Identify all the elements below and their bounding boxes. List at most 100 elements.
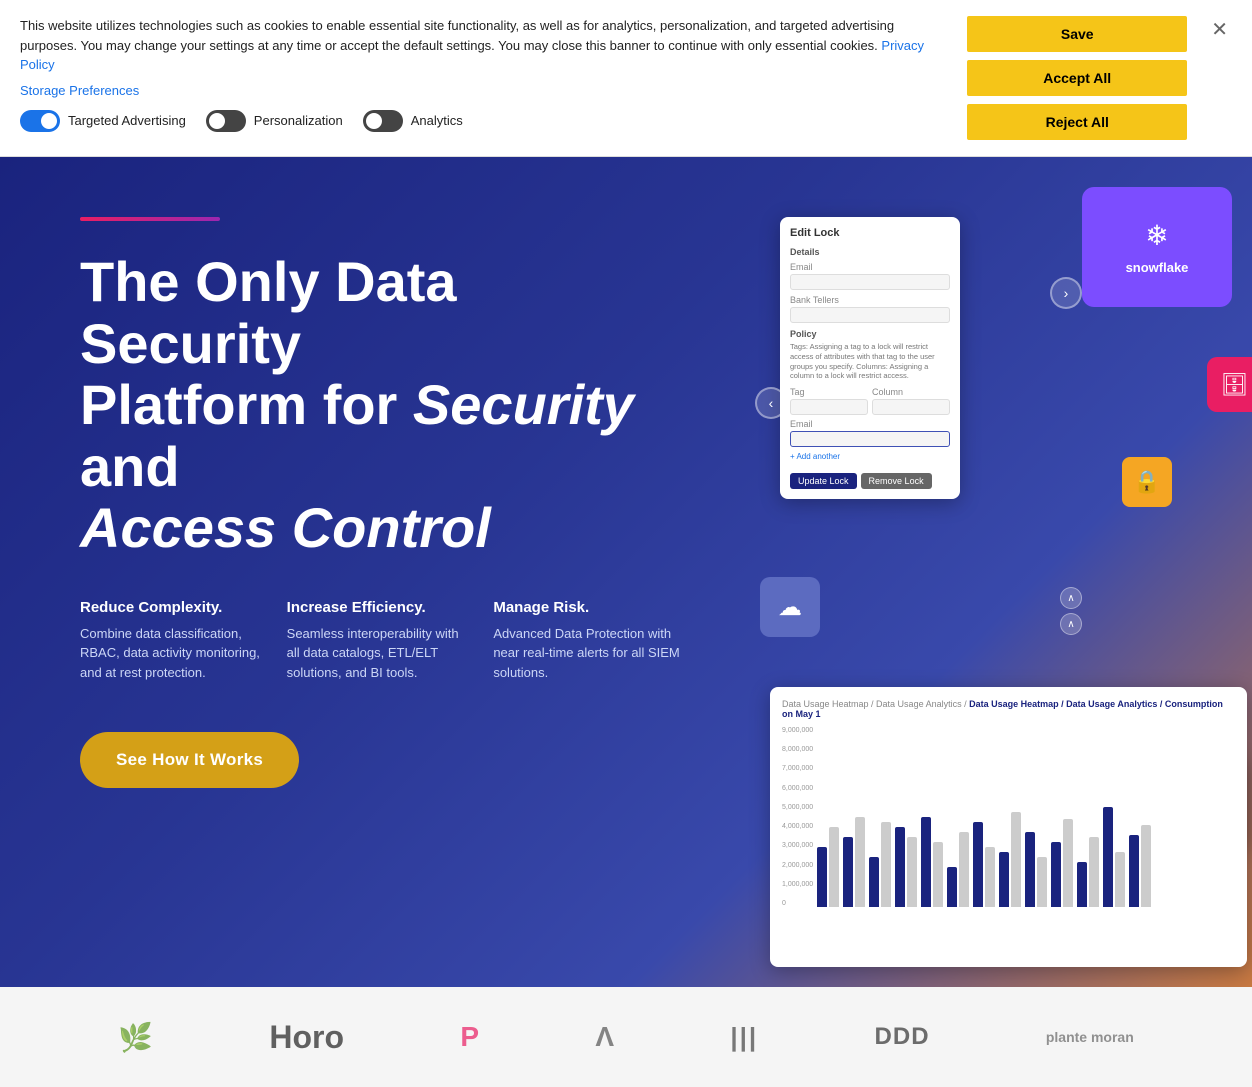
add-another-link[interactable]: + Add another: [790, 452, 950, 461]
hero-features-grid: Reduce Complexity. Combine data classifi…: [80, 599, 680, 683]
column-selector: Column: [872, 387, 950, 415]
snowflake-card: ❄ snowflake: [1082, 187, 1232, 307]
feature-3-heading: Manage Risk.: [493, 599, 680, 616]
personalization-toggle[interactable]: [206, 110, 246, 132]
logo-lambda: Λ: [595, 1021, 614, 1053]
toggle-personalization: Personalization: [206, 110, 343, 132]
column-label: Column: [872, 387, 950, 397]
targeted-advertising-label: Targeted Advertising: [68, 113, 186, 128]
accept-all-button[interactable]: Accept All: [967, 60, 1187, 96]
lock-icon-card: 🔒: [1122, 457, 1172, 507]
logo-leaf: 🌿: [118, 1021, 153, 1054]
bar-group-2: [843, 817, 865, 907]
feature-1-heading: Reduce Complexity.: [80, 599, 267, 616]
tag-label: Tag: [790, 387, 868, 397]
bar-blue: [895, 827, 905, 907]
hero-right-visuals: ❄ snowflake › Edit Lock Details Email Ba…: [760, 157, 1252, 987]
close-banner-button[interactable]: ✕: [1207, 16, 1232, 44]
bar-group-8: [999, 812, 1021, 907]
reject-all-button[interactable]: Reject All: [967, 104, 1187, 140]
logos-section: 🌿 Horo P Λ ||| DDD plante moran: [0, 987, 1252, 1087]
targeted-advertising-toggle[interactable]: [20, 110, 60, 132]
nav-arrow-next[interactable]: ›: [1050, 277, 1082, 309]
see-how-it-works-button[interactable]: See How It Works: [80, 732, 299, 788]
scroll-down-button[interactable]: ∧: [1060, 613, 1082, 635]
policy-description: Tags: Assigning a tag to a lock will res…: [790, 342, 950, 381]
add-row-input-visual: [790, 431, 950, 447]
add-row-field-row: Email: [790, 419, 950, 447]
tag-selector: Tag: [790, 387, 868, 415]
bar-gray: [829, 827, 839, 907]
bar-group-11: [1077, 837, 1099, 907]
logo-p: P: [460, 1021, 479, 1053]
bar-gray: [1063, 819, 1073, 907]
email-input-visual: [790, 274, 950, 290]
save-button[interactable]: Save: [967, 16, 1187, 52]
update-lock-button[interactable]: Update Lock: [790, 473, 857, 489]
add-row-label: Email: [790, 419, 950, 429]
bar-gray: [855, 817, 865, 907]
details-label: Details: [790, 247, 950, 257]
hero-section: The Only Data Security Platform for Secu…: [0, 157, 1252, 987]
bar-gray: [907, 837, 917, 907]
feature-increase-efficiency: Increase Efficiency. Seamless interopera…: [287, 599, 474, 683]
bar-group-4: [895, 827, 917, 907]
bar-blue: [1129, 835, 1139, 907]
bar-gray: [1141, 825, 1151, 907]
tag-input-visual: [790, 399, 868, 415]
bar-gray: [1037, 857, 1047, 907]
privacy-policy-link[interactable]: Privacy Policy: [20, 38, 924, 73]
logo-horo: Horo: [269, 1019, 344, 1056]
bar-group-3: [869, 822, 891, 907]
bar-chart: [817, 727, 1151, 927]
cookie-banner: This website utilizes technologies such …: [0, 0, 1252, 157]
analytics-label: Analytics: [411, 113, 463, 128]
analytics-toggle[interactable]: [363, 110, 403, 132]
logo-plante-moran: plante moran: [1046, 1029, 1134, 1045]
remove-lock-button[interactable]: Remove Lock: [861, 473, 932, 489]
scroll-up-button[interactable]: ∧: [1060, 587, 1082, 609]
bar-blue: [973, 822, 983, 907]
bar-blue: [843, 837, 853, 907]
database-icon-card: 🗄: [1207, 357, 1252, 412]
bar-gray: [933, 842, 943, 907]
edit-lock-title: Edit Lock: [790, 227, 950, 239]
policy-section-label: Policy: [790, 329, 950, 339]
email-field-row: Email: [790, 262, 950, 290]
logo-bars: |||: [730, 1022, 758, 1053]
toggle-analytics: Analytics: [363, 110, 463, 132]
cookie-message: This website utilizes technologies such …: [20, 16, 947, 75]
feature-manage-risk: Manage Risk. Advanced Data Protection wi…: [493, 599, 680, 683]
bar-blue: [869, 857, 879, 907]
bar-group-7: [973, 822, 995, 907]
cookie-text-area: This website utilizes technologies such …: [20, 16, 947, 132]
feature-1-body: Combine data classification, RBAC, data …: [80, 624, 267, 683]
feature-reduce-complexity: Reduce Complexity. Combine data classifi…: [80, 599, 267, 683]
hero-accent-line: [80, 217, 220, 221]
scroll-arrows: ∧ ∧: [1060, 587, 1082, 635]
feature-3-body: Advanced Data Protection with near real-…: [493, 624, 680, 683]
hero-title: The Only Data Security Platform for Secu…: [80, 251, 680, 559]
toggle-targeted-advertising: Targeted Advertising: [20, 110, 186, 132]
bar-blue: [1103, 807, 1113, 907]
snowflake-label: snowflake: [1126, 260, 1189, 275]
analytics-card: Data Usage Heatmap / Data Usage Analytic…: [770, 687, 1247, 967]
bar-blue: [947, 867, 957, 907]
bar-blue: [1077, 862, 1087, 907]
bar-group-6: [947, 832, 969, 907]
y-axis: 9,000,000 8,000,000 7,000,000 6,000,000 …: [782, 727, 813, 907]
bank-tellers-input-visual: [790, 307, 950, 323]
logo-ddd: DDD: [875, 1023, 930, 1051]
bar-gray: [1011, 812, 1021, 907]
nav-arrow-prev[interactable]: ‹: [755, 387, 787, 419]
bank-tellers-label: Bank Tellers: [790, 295, 950, 305]
bar-gray: [1115, 852, 1125, 907]
bar-gray: [959, 832, 969, 907]
snowflake-icon: ❄: [1145, 219, 1168, 252]
bar-group-5: [921, 817, 943, 907]
bar-group-1: [817, 827, 839, 907]
cloud-icon-card: ☁: [760, 577, 820, 637]
storage-preferences-link[interactable]: Storage Preferences: [20, 83, 947, 98]
bar-blue: [817, 847, 827, 907]
bar-blue: [921, 817, 931, 907]
